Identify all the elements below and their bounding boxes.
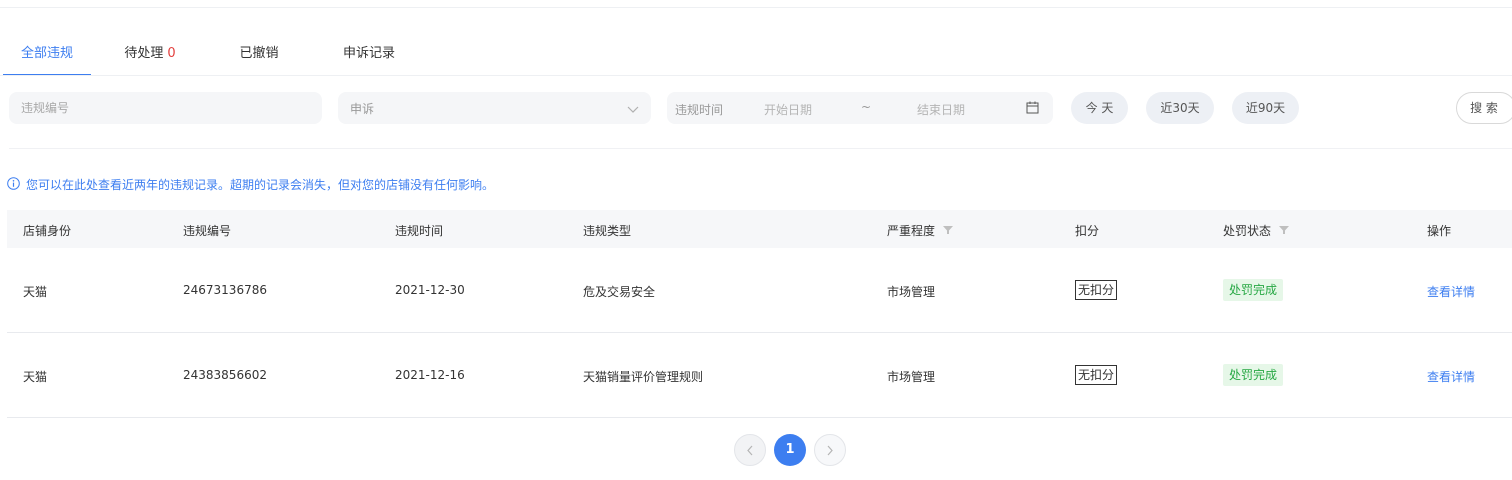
cell-type: 危及交易安全 [583, 285, 656, 299]
cell-time: 2021-12-16 [395, 368, 465, 382]
search-button[interactable]: 搜 索 [1456, 92, 1512, 124]
chevron-down-icon [627, 103, 639, 117]
cell-code: 24673136786 [183, 283, 267, 297]
tabs-divider [0, 75, 1512, 76]
end-date-input[interactable]: 结束日期 [917, 101, 965, 118]
table-row: 天猫 24383856602 2021-12-16 天猫销量评价管理规则 市场管… [7, 333, 1512, 418]
column-header-action: 操作 [1427, 224, 1452, 238]
column-header-code: 违规编号 [183, 224, 232, 238]
violation-date-range: 违规时间 开始日期 ~ 结束日期 [667, 92, 1053, 124]
filter-divider [9, 148, 1512, 149]
column-header-status: 处罚状态 [1223, 222, 1290, 239]
tab-bar: 全部违规 待处理 0 已撤销 申诉记录 [3, 36, 429, 76]
appeal-select[interactable]: 申诉 [338, 92, 651, 124]
start-date-input[interactable]: 开始日期 [764, 101, 812, 118]
filter-icon[interactable] [1279, 224, 1290, 238]
tab-revoked[interactable]: 已撤销 [209, 36, 309, 76]
cell-time: 2021-12-30 [395, 283, 465, 297]
cell-shop: 天猫 [23, 370, 48, 384]
appeal-select-value: 申诉 [350, 101, 375, 116]
next-page-button[interactable] [814, 434, 846, 466]
cell-shop: 天猫 [23, 285, 48, 299]
chevron-right-icon [826, 445, 834, 460]
last-90-days-button[interactable]: 近90天 [1232, 92, 1299, 124]
calendar-icon[interactable] [1026, 101, 1039, 117]
previous-page-button[interactable] [734, 434, 766, 466]
cell-severity: 市场管理 [887, 370, 936, 384]
column-header-points: 扣分 [1075, 224, 1100, 238]
column-header-severity: 严重程度 [887, 222, 954, 239]
view-details-link[interactable]: 查看详情 [1427, 368, 1475, 385]
tab-label: 申诉记录 [342, 46, 395, 61]
last-30-days-button[interactable]: 近30天 [1146, 92, 1214, 124]
view-details-link[interactable]: 查看详情 [1427, 283, 1475, 300]
tab-all-violations[interactable]: 全部违规 [3, 36, 91, 76]
cell-severity: 市场管理 [887, 285, 936, 299]
pending-count-badge: 0 [167, 46, 176, 61]
chevron-left-icon [746, 445, 754, 460]
tab-label: 全部违规 [20, 46, 73, 61]
filter-icon[interactable] [943, 224, 954, 238]
column-header-time: 违规时间 [395, 224, 444, 238]
info-notice: 您可以在此处查看近两年的违规记录。超期的记录会消失，但对您的店铺没有任何影响。 [7, 176, 494, 193]
status-badge: 处罚完成 [1223, 364, 1284, 386]
table-header: 店铺身份 违规编号 违规时间 违规类型 严重程度 扣分 处罚状态 操作 [7, 210, 1512, 248]
info-icon [7, 176, 20, 193]
page-button-current[interactable]: 1 [774, 434, 806, 466]
tab-label: 已撤销 [239, 46, 279, 61]
points-badge: 无扣分 [1075, 365, 1118, 385]
violation-code-input[interactable] [9, 92, 322, 124]
table-row: 天猫 24673136786 2021-12-30 危及交易安全 市场管理 无扣… [7, 248, 1512, 333]
date-range-label: 违规时间 [675, 103, 724, 117]
tab-pending[interactable]: 待处理 0 [91, 36, 209, 76]
violation-code-field [9, 92, 322, 124]
column-header-shop: 店铺身份 [23, 224, 72, 238]
cell-code: 24383856602 [183, 368, 267, 382]
top-divider [0, 7, 1512, 8]
points-badge: 无扣分 [1075, 280, 1118, 300]
notice-text: 您可以在此处查看近两年的违规记录。超期的记录会消失，但对您的店铺没有任何影响。 [26, 178, 495, 192]
today-button[interactable]: 今 天 [1071, 92, 1128, 124]
date-separator: ~ [861, 100, 872, 114]
column-header-type: 违规类型 [583, 224, 632, 238]
status-badge: 处罚完成 [1223, 279, 1284, 301]
tab-label: 待处理 [124, 46, 164, 61]
tab-appeal-records[interactable]: 申诉记录 [309, 36, 429, 76]
cell-type: 天猫销量评价管理规则 [583, 370, 704, 384]
